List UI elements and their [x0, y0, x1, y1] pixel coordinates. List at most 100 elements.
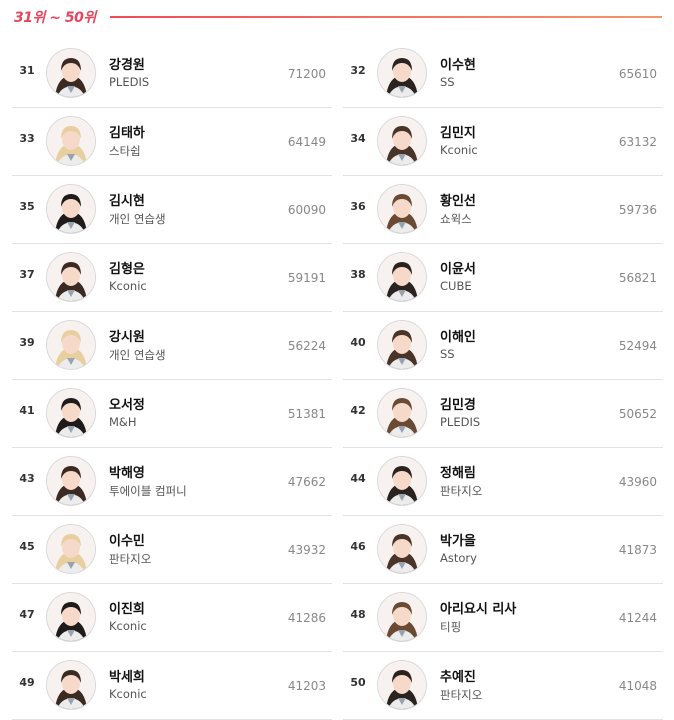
trainee-agency: M&H	[109, 415, 137, 429]
rank-number: 38	[350, 268, 366, 281]
trainee-card[interactable]: 31 강경원 PLEDIS 71200	[12, 40, 332, 108]
trainee-card[interactable]: 35 김시현 개인 연습생 60090	[12, 176, 332, 244]
rank-number: 49	[19, 676, 35, 689]
trainee-score: 43960	[618, 475, 657, 489]
trainee-card[interactable]: 48 아리요시 리사 티핑 41244	[343, 584, 663, 652]
trainee-avatar[interactable]	[46, 116, 96, 166]
rank-number: 43	[19, 472, 35, 485]
ranking-header: 31위 ~ 50위	[0, 0, 674, 34]
trainee-avatar[interactable]	[46, 592, 96, 642]
trainee-card[interactable]: 44 정해림 판타지오 43960	[343, 448, 663, 516]
avatar-portrait-icon	[47, 253, 95, 301]
avatar-portrait-icon	[47, 457, 95, 505]
trainee-agency: SS	[440, 75, 455, 89]
trainee-avatar[interactable]	[377, 320, 427, 370]
trainee-avatar[interactable]	[46, 252, 96, 302]
trainee-agency: 티핑	[440, 620, 462, 634]
trainee-agency: 개인 연습생	[109, 212, 166, 226]
ranking-row: 33 김태하스타쉽 64149 34 김민지 Kconic 63132	[12, 108, 663, 176]
trainee-card[interactable]: 41 오서정 M&H 51381	[12, 380, 332, 448]
trainee-score: 59736	[618, 203, 657, 217]
trainee-agency: CUBE	[440, 279, 472, 293]
trainee-card[interactable]: 37 김형은 Kconic 59191	[12, 244, 332, 312]
trainee-score: 71200	[287, 67, 326, 81]
trainee-card[interactable]: 42 김민경 PLEDIS 50652	[343, 380, 663, 448]
trainee-avatar[interactable]	[46, 456, 96, 506]
rank-number: 34	[350, 132, 366, 145]
trainee-score: 41873	[618, 543, 657, 557]
trainee-card[interactable]: 39 강시원 개인 연습생 56224	[12, 312, 332, 380]
trainee-avatar[interactable]	[377, 456, 427, 506]
rank-number: 36	[350, 200, 366, 213]
avatar-portrait-icon	[378, 117, 426, 165]
trainee-avatar[interactable]	[46, 524, 96, 574]
trainee-name: 정해림	[440, 466, 476, 481]
trainee-score: 60090	[287, 203, 326, 217]
avatar-portrait-icon	[47, 185, 95, 233]
trainee-card[interactable]: 34 김민지 Kconic 63132	[343, 108, 663, 176]
trainee-avatar[interactable]	[377, 388, 427, 438]
avatar-portrait-icon	[47, 49, 95, 97]
avatar-portrait-icon	[378, 661, 426, 709]
trainee-avatar[interactable]	[46, 48, 96, 98]
trainee-score: 56224	[287, 339, 326, 353]
rank-number: 35	[19, 200, 35, 213]
trainee-score: 51381	[287, 407, 326, 421]
trainee-name: 이윤서	[440, 262, 476, 277]
trainee-avatar[interactable]	[377, 48, 427, 98]
trainee-avatar[interactable]	[377, 660, 427, 710]
trainee-agency: 쇼윅스	[440, 212, 472, 226]
trainee-avatar[interactable]	[46, 388, 96, 438]
trainee-name: 이해인	[440, 330, 476, 345]
trainee-avatar[interactable]	[377, 252, 427, 302]
trainee-score: 56821	[618, 271, 657, 285]
avatar-portrait-icon	[378, 389, 426, 437]
trainee-card[interactable]: 43 박해영 투에이블 컴퍼니 47662	[12, 448, 332, 516]
trainee-agency: PLEDIS	[440, 415, 481, 429]
avatar-portrait-icon	[378, 457, 426, 505]
trainee-agency: SS	[440, 347, 455, 361]
trainee-avatar[interactable]	[46, 184, 96, 234]
ranking-row: 35 김시현 개인 연습생 60090 36 황인선 쇼윅스 59736	[12, 176, 663, 244]
trainee-score: 64149	[287, 135, 326, 149]
trainee-card[interactable]: 33 김태하스타쉽 64149	[12, 108, 332, 176]
trainee-name: 김태하	[109, 126, 145, 141]
rank-number: 32	[350, 64, 366, 77]
rank-number: 33	[19, 132, 35, 145]
avatar-portrait-icon	[47, 389, 95, 437]
rank-number: 37	[19, 268, 35, 281]
trainee-card[interactable]: 38 이윤서 CUBE 56821	[343, 244, 663, 312]
trainee-avatar[interactable]	[377, 524, 427, 574]
rank-number: 39	[19, 336, 35, 349]
trainee-card[interactable]: 49 박세희 Kconic 41203	[12, 652, 332, 720]
avatar-portrait-icon	[47, 593, 95, 641]
trainee-card[interactable]: 47 이진희 Kconic 41286	[12, 584, 332, 652]
trainee-agency: 스타쉽	[109, 144, 141, 158]
trainee-agency: 개인 연습생	[109, 348, 166, 362]
rank-number: 44	[350, 472, 366, 485]
trainee-card[interactable]: 46 박가을 Astory 41873	[343, 516, 663, 584]
ranking-row: 49 박세희 Kconic 41203 50 추예진 판타지오 41048	[12, 652, 663, 720]
trainee-agency: Kconic	[109, 619, 147, 633]
trainee-card[interactable]: 50 추예진 판타지오 41048	[343, 652, 663, 720]
trainee-agency: 투에이블 컴퍼니	[109, 484, 187, 498]
trainee-name: 이진희	[109, 602, 145, 617]
trainee-card[interactable]: 36 황인선 쇼윅스 59736	[343, 176, 663, 244]
trainee-score: 41048	[618, 679, 657, 693]
trainee-card[interactable]: 32 이수현 SS 65610	[343, 40, 663, 108]
avatar-portrait-icon	[378, 253, 426, 301]
trainee-score: 47662	[287, 475, 326, 489]
trainee-avatar[interactable]	[46, 320, 96, 370]
trainee-name: 강경원	[109, 58, 145, 73]
rank-number: 42	[350, 404, 366, 417]
trainee-avatar[interactable]	[377, 184, 427, 234]
ranking-row: 47 이진희 Kconic 41286 48 아리요시 리사 티핑 41244	[12, 584, 663, 652]
trainee-avatar[interactable]	[46, 660, 96, 710]
trainee-card[interactable]: 40 이해인 SS 52494	[343, 312, 663, 380]
trainee-name: 이수민	[109, 534, 145, 549]
trainee-avatar[interactable]	[377, 592, 427, 642]
trainee-card[interactable]: 45 이수민 판타지오 43932	[12, 516, 332, 584]
trainee-avatar[interactable]	[377, 116, 427, 166]
trainee-score: 41286	[287, 611, 326, 625]
rank-number: 41	[19, 404, 35, 417]
